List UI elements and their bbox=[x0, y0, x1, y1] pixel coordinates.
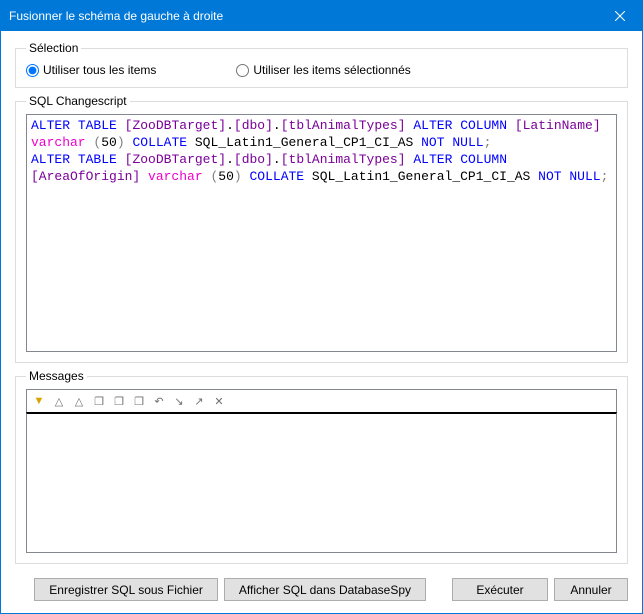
close-button[interactable] bbox=[597, 1, 642, 31]
selection-group: Sélection Utiliser tous les items Utilis… bbox=[15, 41, 628, 88]
radio-use-selected-label: Utiliser les items sélectionnés bbox=[253, 63, 410, 77]
messages-legend: Messages bbox=[26, 369, 87, 383]
radio-use-selected[interactable]: Utiliser les items sélectionnés bbox=[236, 63, 410, 77]
cancel-button[interactable]: Annuler bbox=[554, 578, 628, 601]
changescript-legend: SQL Changescript bbox=[26, 94, 130, 108]
selection-radio-row: Utiliser tous les items Utiliser les ite… bbox=[26, 61, 617, 77]
radio-use-all-input[interactable] bbox=[26, 64, 39, 77]
save-sql-button[interactable]: Enregistrer SQL sous Fichier bbox=[34, 578, 218, 601]
find-icon[interactable]: ↶ bbox=[151, 393, 167, 409]
dialog-content: Sélection Utiliser tous les items Utilis… bbox=[1, 31, 642, 613]
link-next-icon[interactable]: ↗ bbox=[191, 393, 207, 409]
changescript-group: SQL Changescript ALTER TABLE [ZooDBTarge… bbox=[15, 94, 628, 363]
spacer bbox=[432, 578, 446, 601]
info-icon[interactable]: △ bbox=[71, 393, 87, 409]
window-title: Fusionner le schéma de gauche à droite bbox=[9, 9, 597, 23]
filter-icon[interactable]: ▼ bbox=[31, 393, 47, 409]
show-sql-button[interactable]: Afficher SQL dans DatabaseSpy bbox=[224, 578, 426, 601]
close-icon bbox=[615, 11, 625, 21]
copy-all-icon[interactable]: ❐ bbox=[131, 393, 147, 409]
dialog-window: Fusionner le schéma de gauche à droite S… bbox=[0, 0, 643, 614]
messages-textarea[interactable] bbox=[26, 412, 617, 553]
titlebar: Fusionner le schéma de gauche à droite bbox=[1, 1, 642, 31]
sql-textarea[interactable]: ALTER TABLE [ZooDBTarget].[dbo].[tblAnim… bbox=[26, 114, 617, 352]
warning-icon[interactable]: △ bbox=[51, 393, 67, 409]
radio-use-selected-input[interactable] bbox=[236, 64, 249, 77]
link-prev-icon[interactable]: ↘ bbox=[171, 393, 187, 409]
messages-toolbar: ▼ △ △ ❐ ❐ ❐ ↶ ↘ ↗ ✕ bbox=[26, 389, 617, 412]
messages-group: Messages ▼ △ △ ❐ ❐ ❐ ↶ ↘ ↗ ✕ bbox=[15, 369, 628, 564]
selection-legend: Sélection bbox=[26, 41, 81, 55]
radio-use-all-label: Utiliser tous les items bbox=[43, 63, 156, 77]
copy-next-icon[interactable]: ❐ bbox=[111, 393, 127, 409]
button-row: Enregistrer SQL sous Fichier Afficher SQ… bbox=[15, 570, 628, 601]
execute-button[interactable]: Exécuter bbox=[452, 578, 548, 601]
copy-icon[interactable]: ❐ bbox=[91, 393, 107, 409]
clear-icon[interactable]: ✕ bbox=[211, 393, 227, 409]
radio-use-all[interactable]: Utiliser tous les items bbox=[26, 63, 156, 77]
